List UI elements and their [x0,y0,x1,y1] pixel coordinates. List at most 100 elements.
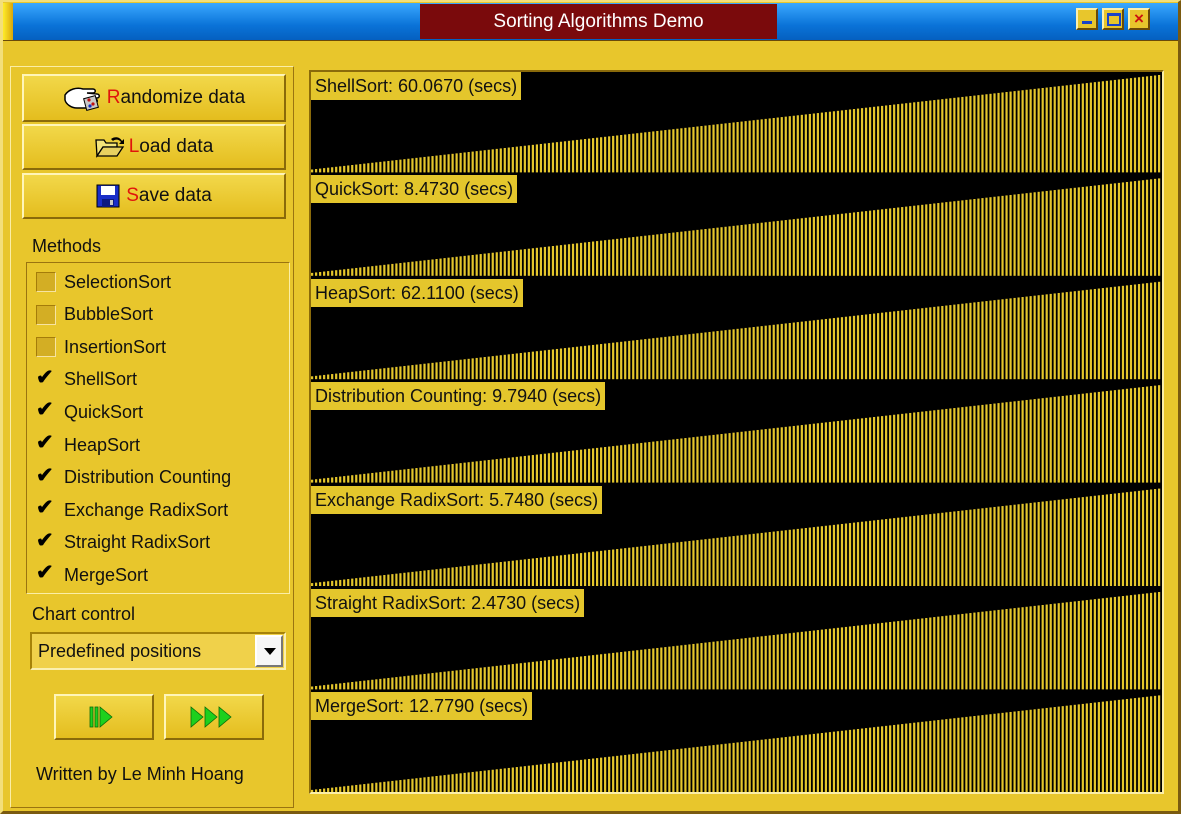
data-bar [359,577,362,586]
data-bar [319,375,322,380]
data-bar [921,618,924,690]
method-checkbox[interactable]: ✔ [36,431,56,455]
data-bar [371,162,374,173]
method-checkbox[interactable]: ✔ [36,496,56,520]
method-checkbox-item[interactable]: ✔ ShellSort [36,366,137,393]
data-bar [860,418,864,483]
data-bar [828,215,832,276]
data-bar [1021,297,1024,380]
method-checkbox[interactable]: ✔ [36,464,56,488]
method-checkbox-item[interactable]: BubbleSort [36,302,153,328]
author-credit: Written by Le Minh Hoang [36,764,244,784]
data-bar [844,420,848,483]
data-bar [840,420,844,483]
data-bar [652,648,655,690]
data-bar [1073,187,1076,276]
method-checkbox[interactable]: ✔ [36,366,56,390]
method-checkbox[interactable]: ✔ [36,561,56,585]
data-bar [897,207,900,276]
data-bar [487,356,490,380]
data-bar [856,315,860,380]
data-bar [712,434,715,483]
data-bar [555,762,559,792]
data-bar [636,340,639,380]
method-checkbox-item[interactable]: ✔ HeapSort [36,431,140,458]
run-button[interactable] [164,694,264,740]
save-data-button[interactable]: Save data [22,173,286,219]
data-bar [708,642,711,690]
method-checkbox[interactable] [36,337,56,358]
data-bar [780,530,783,586]
data-bar [1141,386,1145,483]
method-checkbox[interactable] [36,272,56,292]
data-bar [1053,293,1056,380]
data-bar [868,727,872,792]
close-button[interactable]: × [1128,8,1150,30]
data-bar [949,511,952,586]
data-bar [575,450,579,483]
data-bar [407,158,410,173]
data-bar [852,419,856,483]
method-checkbox-item[interactable]: ✔ QuickSort [36,398,143,425]
randomize-data-button[interactable]: Randomize data [22,74,286,122]
method-checkbox-item[interactable]: InsertionSort [36,334,166,360]
method-checkbox[interactable]: ✔ [36,398,56,422]
data-bar [315,582,318,586]
data-bar [981,508,984,586]
data-bar [836,627,840,690]
data-bar [327,271,330,276]
data-bar [877,726,880,792]
maximize-button[interactable] [1102,8,1124,30]
data-bar [893,414,896,483]
data-bar [1017,607,1020,690]
data-bar [579,656,583,690]
data-bar [1009,298,1012,380]
data-bar [676,438,679,483]
data-bar [852,212,856,276]
data-bar [897,724,900,792]
data-bar [648,235,651,276]
data-bar [660,750,663,792]
data-bar [864,211,868,276]
data-bar [768,635,771,690]
data-bar [1049,604,1052,690]
method-checkbox-item[interactable]: ✔ MergeSort [36,561,148,588]
data-bar [331,167,334,173]
data-bar [768,118,771,173]
method-checkbox-item[interactable]: ✔ Straight RadixSort [36,529,210,556]
data-bar [447,567,450,586]
chart-control-select[interactable]: Predefined positions [30,632,286,670]
title-bar[interactable]: Sorting Algorithms Demo [3,3,1178,41]
data-bar [921,101,924,173]
data-bar [451,153,454,173]
method-checkbox-item[interactable]: SelectionSort [36,269,171,295]
data-bar [881,105,884,173]
minimize-button[interactable] [1076,8,1098,30]
method-checkbox-item[interactable]: ✔ Exchange RadixSort [36,496,228,523]
data-bar [475,461,478,483]
data-bar [519,249,522,276]
data-bar [832,318,836,380]
step-button[interactable] [54,694,154,740]
data-bar [844,109,848,173]
data-bar [1041,191,1044,276]
data-bar [1009,194,1012,276]
data-bar [660,440,663,483]
data-bar [624,237,627,276]
data-bar [335,683,338,690]
data-bar [555,245,559,276]
data-bar [901,103,904,173]
method-checkbox[interactable]: ✔ [36,529,56,553]
method-checkbox[interactable] [36,304,56,325]
data-bar [1025,606,1028,690]
load-data-button[interactable]: Load data [22,124,286,170]
data-bar [816,526,819,586]
data-bar [808,217,811,276]
data-bar [395,470,398,483]
data-bar [724,640,727,690]
data-bar [407,675,410,690]
data-bar [712,331,715,380]
data-bar [860,521,864,586]
method-checkbox-item[interactable]: ✔ Distribution Counting [36,464,231,491]
dropdown-arrow-button[interactable] [255,635,283,667]
